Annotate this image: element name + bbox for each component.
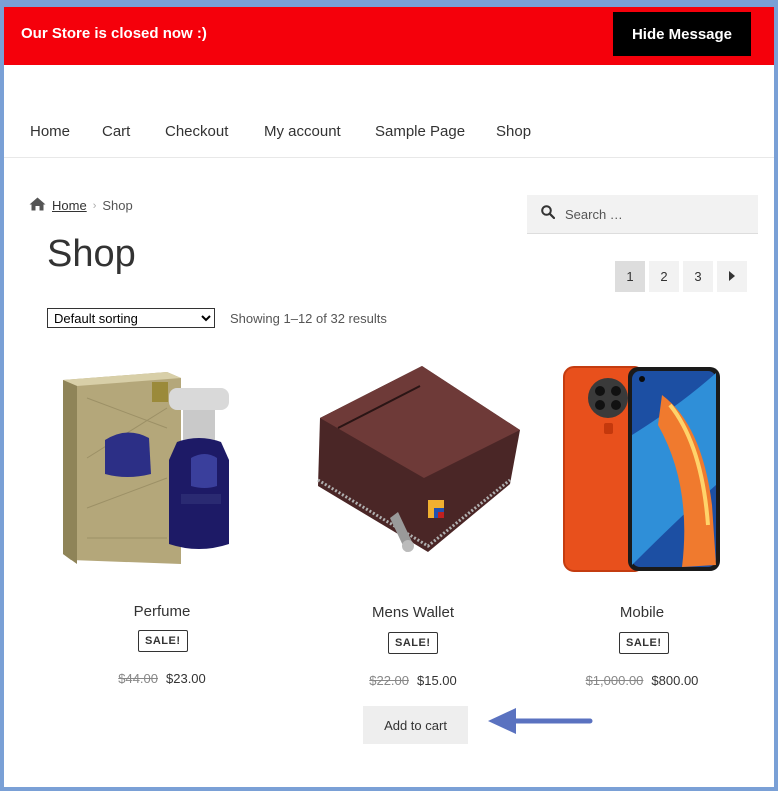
primary-navigation: Home Cart Checkout My account Sample Pag… — [4, 105, 774, 158]
product-price: $44.00 $23.00 — [47, 671, 277, 686]
breadcrumb-separator-icon: › — [92, 199, 97, 212]
old-price: $22.00 — [369, 673, 409, 688]
nav-item-home[interactable]: Home — [30, 123, 70, 140]
page-2-button[interactable]: 2 — [649, 261, 679, 292]
store-notice-bar: Our Store is closed now :) Hide Message — [4, 7, 774, 65]
product-price: $1,000.00 $800.00 — [527, 673, 757, 688]
nav-item-sample-page[interactable]: Sample Page — [375, 123, 465, 140]
sort-select[interactable]: Default sorting — [47, 308, 215, 328]
old-price: $44.00 — [118, 671, 158, 686]
product-card-perfume: Perfume SALE! $44.00 $23.00 — [47, 360, 277, 690]
product-image-mens-wallet[interactable] — [302, 360, 526, 565]
sale-price: $15.00 — [417, 673, 457, 688]
sale-price: $800.00 — [651, 673, 699, 688]
product-image-perfume[interactable] — [57, 368, 269, 571]
breadcrumb-home-link[interactable]: Home — [52, 198, 87, 213]
page-title: Shop — [47, 233, 136, 275]
nav-item-checkout[interactable]: Checkout — [165, 123, 228, 140]
page-3-button[interactable]: 3 — [683, 261, 713, 292]
nav-item-shop[interactable]: Shop — [496, 123, 531, 140]
store-notice-message: Our Store is closed now :) — [21, 25, 207, 42]
old-price: $1,000.00 — [585, 673, 644, 688]
sale-price: $23.00 — [166, 671, 206, 686]
search-input[interactable] — [563, 205, 747, 223]
add-to-cart-button[interactable]: Add to cart — [363, 706, 468, 744]
product-card-mobile: Mobile SALE! $1,000.00 $800.00 — [527, 360, 757, 690]
sale-badge: SALE! — [138, 630, 188, 652]
product-card-mens-wallet: Mens Wallet SALE! $22.00 $15.00 — [298, 360, 528, 690]
sale-badge: SALE! — [388, 632, 438, 654]
product-title[interactable]: Mens Wallet — [298, 604, 528, 621]
hide-message-button[interactable]: Hide Message — [613, 12, 751, 56]
pagination: 1 2 3 — [615, 261, 747, 292]
sale-badge: SALE! — [619, 632, 669, 654]
result-count: Showing 1–12 of 32 results — [230, 311, 387, 326]
home-icon — [29, 197, 46, 214]
next-page-button[interactable] — [717, 261, 747, 292]
search-box — [527, 195, 758, 234]
product-title[interactable]: Perfume — [47, 603, 277, 620]
product-image-mobile[interactable] — [562, 365, 722, 578]
breadcrumb: Home › Shop — [29, 197, 133, 214]
breadcrumb-current: Shop — [102, 198, 133, 213]
page-1-button[interactable]: 1 — [615, 261, 645, 292]
search-icon — [527, 204, 556, 224]
nav-item-my-account[interactable]: My account — [264, 123, 341, 140]
product-title[interactable]: Mobile — [527, 604, 757, 621]
product-price: $22.00 $15.00 — [298, 673, 528, 688]
annotation-arrow-icon — [486, 706, 596, 743]
nav-item-cart[interactable]: Cart — [102, 123, 130, 140]
triangle-right-icon — [728, 269, 736, 284]
